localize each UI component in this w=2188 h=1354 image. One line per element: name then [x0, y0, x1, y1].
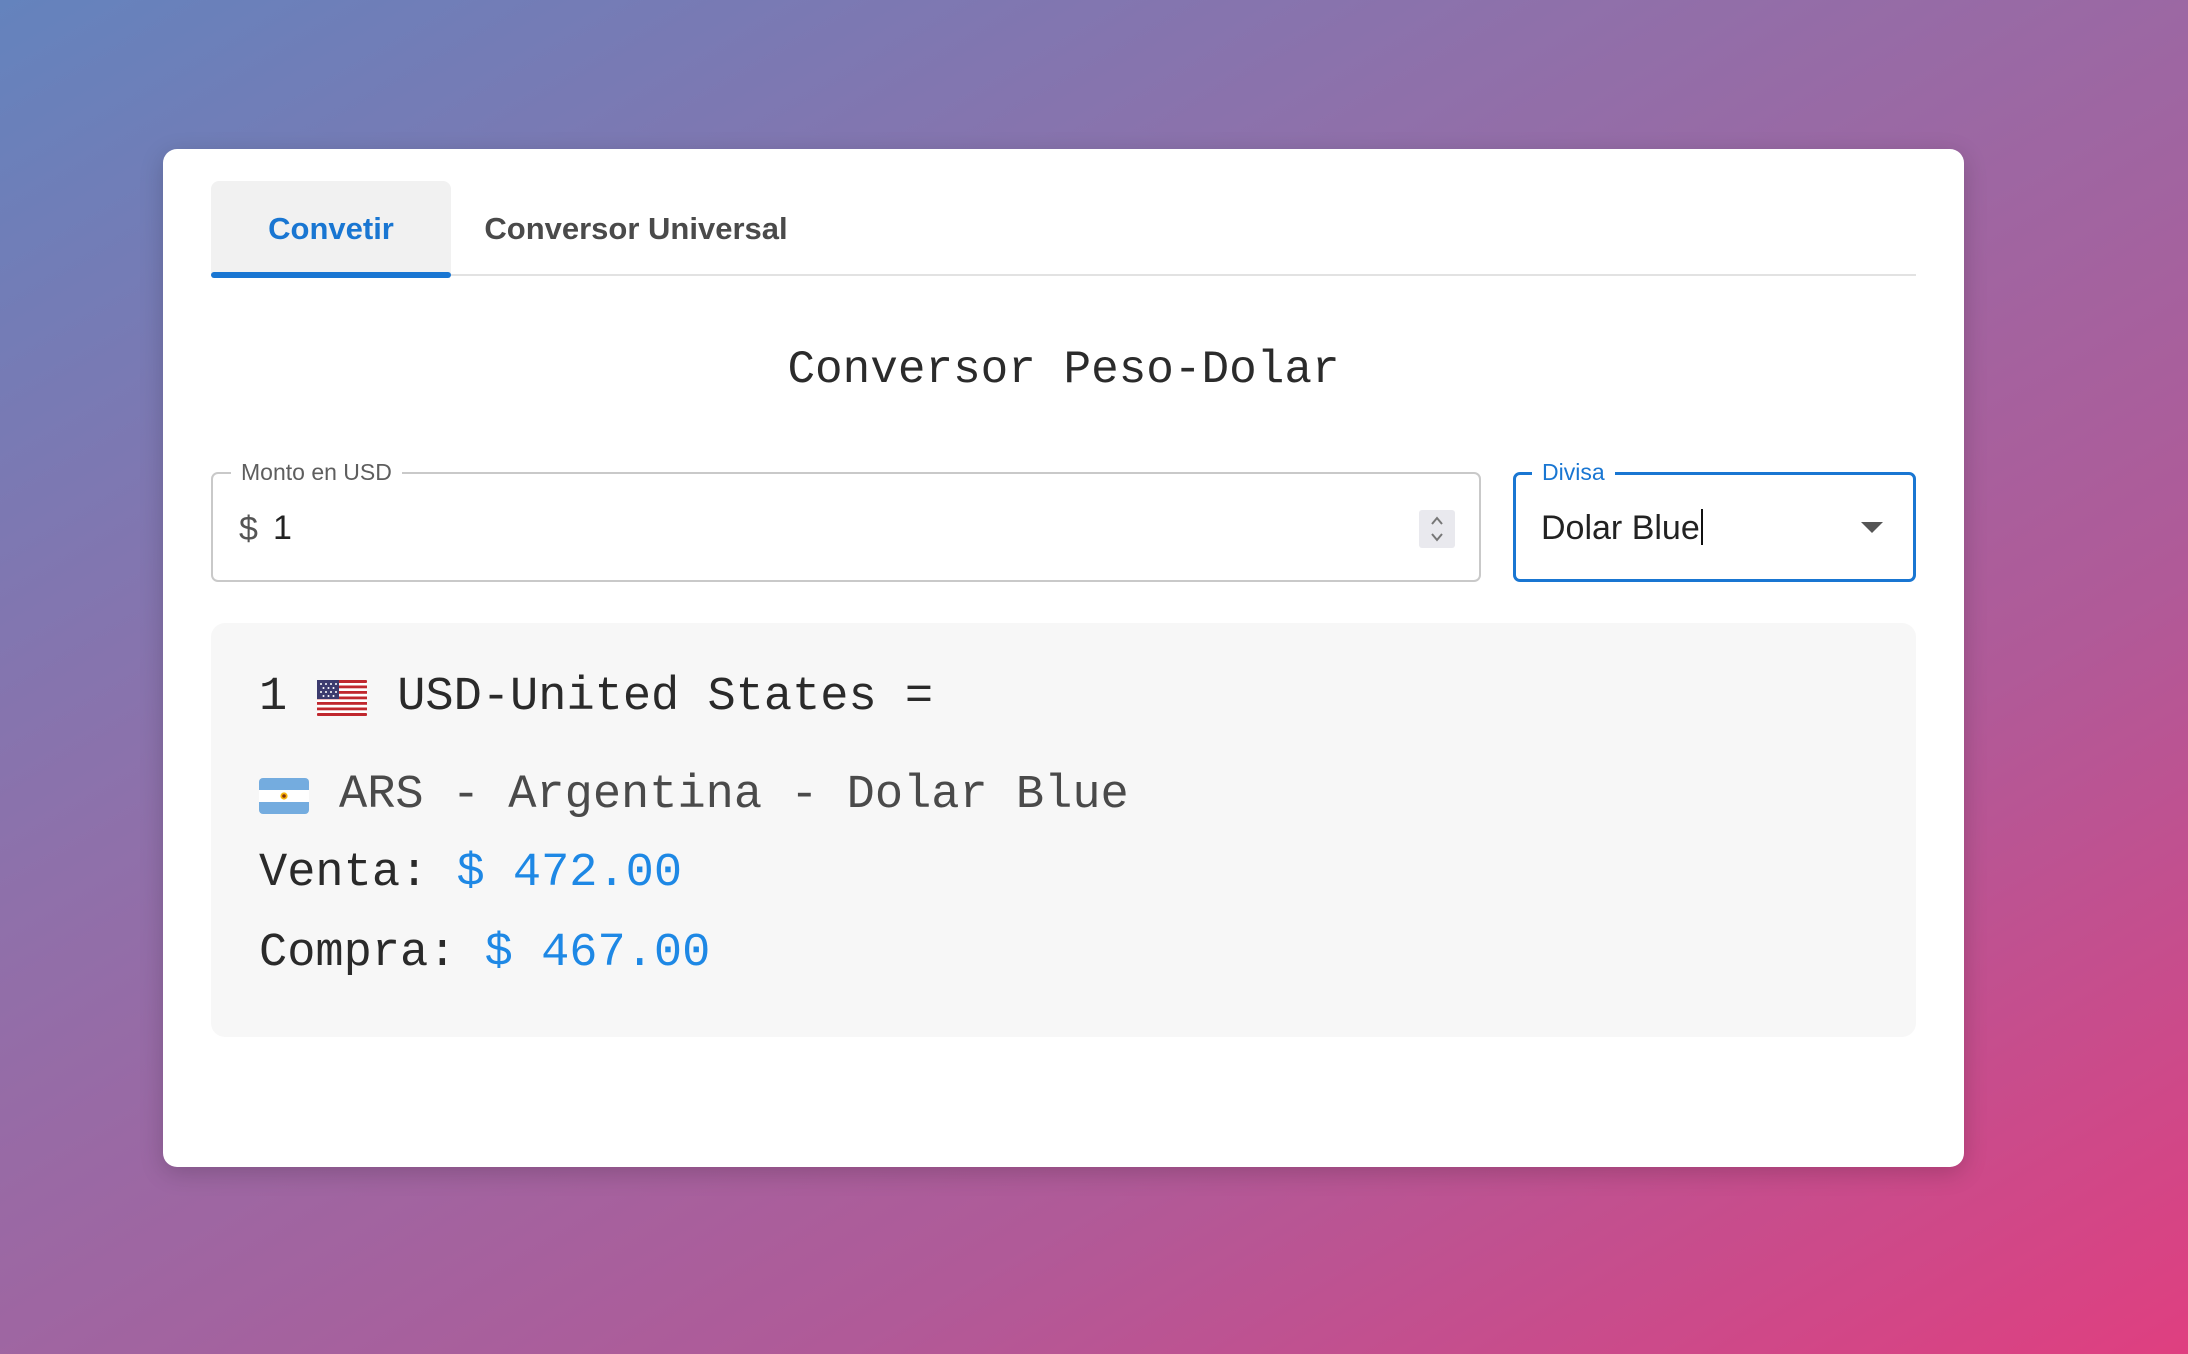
amount-field-label: Monto en USD	[231, 459, 402, 486]
currency-selected-value: Dolar Blue	[1541, 509, 1703, 548]
result-sell-line: Venta: $ 472.00	[259, 847, 682, 900]
buy-label: Compra:	[259, 927, 457, 980]
result-from-line: 1 USD-United States =	[259, 671, 933, 724]
result-buy-line: Compra: $ 467.00	[259, 927, 710, 980]
stepper-down-icon[interactable]	[1429, 530, 1445, 544]
tab-convert[interactable]: Convetir	[211, 181, 451, 278]
amount-stepper[interactable]	[1419, 510, 1455, 548]
us-flag-icon	[317, 679, 368, 716]
text-cursor	[1700, 509, 1703, 545]
tab-bar: Convetir Conversor Universal	[211, 181, 1916, 278]
sell-label: Venta:	[259, 847, 429, 900]
currency-selected-text: Dolar Blue	[1541, 509, 1700, 547]
page-title: Conversor Peso-Dolar	[787, 344, 1340, 396]
amount-field[interactable]: Monto en USD $	[211, 459, 1481, 582]
result-from-currency: USD-United States =	[397, 671, 934, 724]
currency-field-label: Divisa	[1532, 459, 1615, 486]
result-to-line: ARS - Argentina - Dolar Blue	[259, 769, 1129, 822]
converter-card: Convetir Conversor Universal Conversor P…	[163, 149, 1964, 1167]
result-to-currency: ARS - Argentina - Dolar Blue	[339, 769, 1129, 822]
sell-value: $ 472.00	[456, 847, 683, 900]
amount-input[interactable]	[273, 508, 1373, 548]
tab-convert-label: Convetir	[268, 210, 394, 246]
argentina-flag-icon	[259, 777, 309, 814]
buy-value: $ 467.00	[484, 927, 711, 980]
currency-prefix: $	[239, 510, 258, 548]
tab-universal-label: Conversor Universal	[484, 210, 788, 246]
currency-select[interactable]: Divisa Dolar Blue	[1513, 459, 1916, 582]
tab-universal-converter[interactable]: Conversor Universal	[451, 181, 821, 276]
result-panel: 1 USD-United States = ARS - Argentina - …	[211, 623, 1916, 1037]
stepper-up-icon[interactable]	[1429, 514, 1445, 528]
dropdown-arrow-icon[interactable]	[1861, 522, 1883, 533]
result-amount: 1	[259, 671, 288, 724]
